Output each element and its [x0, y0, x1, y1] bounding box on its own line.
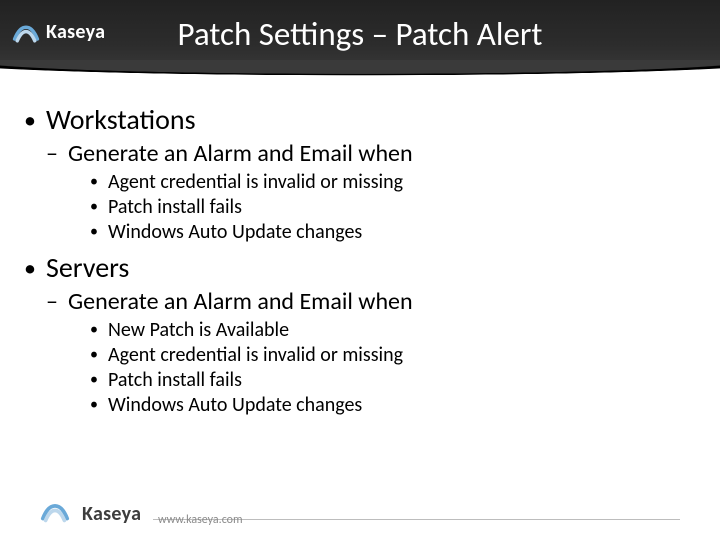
header-divider: [0, 60, 720, 88]
list-item: Agent credential is invalid or missing: [90, 343, 696, 367]
section-heading-text: Workstations: [46, 102, 196, 137]
list-item: Windows Auto Update changes: [90, 393, 696, 417]
list-item-text: Patch install fails: [108, 195, 242, 219]
section-subheading-text: Generate an Alarm and Email when: [68, 287, 413, 316]
slide-footer: Kaseya www.kaseya.com: [40, 496, 680, 526]
section-subheading: Generate an Alarm and Email when Agent c…: [46, 139, 696, 244]
slide-title: Patch Settings – Patch Alert: [0, 14, 720, 54]
brand-name: Kaseya: [82, 502, 141, 526]
list-item: Patch install fails: [90, 195, 696, 219]
list-item-text: Patch install fails: [108, 368, 242, 392]
section-heading-text: Servers: [46, 250, 129, 285]
list-item-text: New Patch is Available: [108, 318, 289, 342]
list-item-text: Agent credential is invalid or missing: [108, 343, 403, 367]
list-item-text: Agent credential is invalid or missing: [108, 170, 403, 194]
slide-header: Kaseya Patch Settings – Patch Alert: [0, 0, 720, 74]
section-heading: Workstations Generate an Alarm and Email…: [24, 102, 696, 244]
slide-body: Workstations Generate an Alarm and Email…: [24, 100, 696, 423]
list-item: New Patch is Available: [90, 318, 696, 342]
footer-url: www.kaseya.com: [158, 513, 243, 527]
section-heading: Servers Generate an Alarm and Email when…: [24, 250, 696, 417]
list-item: Patch install fails: [90, 368, 696, 392]
section-subheading: Generate an Alarm and Email when New Pat…: [46, 287, 696, 417]
list-item: Agent credential is invalid or missing: [90, 170, 696, 194]
list-item-text: Windows Auto Update changes: [108, 393, 362, 417]
brand-mark-icon: [40, 496, 70, 526]
section-subheading-text: Generate an Alarm and Email when: [68, 139, 413, 168]
list-item: Windows Auto Update changes: [90, 220, 696, 244]
list-item-text: Windows Auto Update changes: [108, 220, 362, 244]
